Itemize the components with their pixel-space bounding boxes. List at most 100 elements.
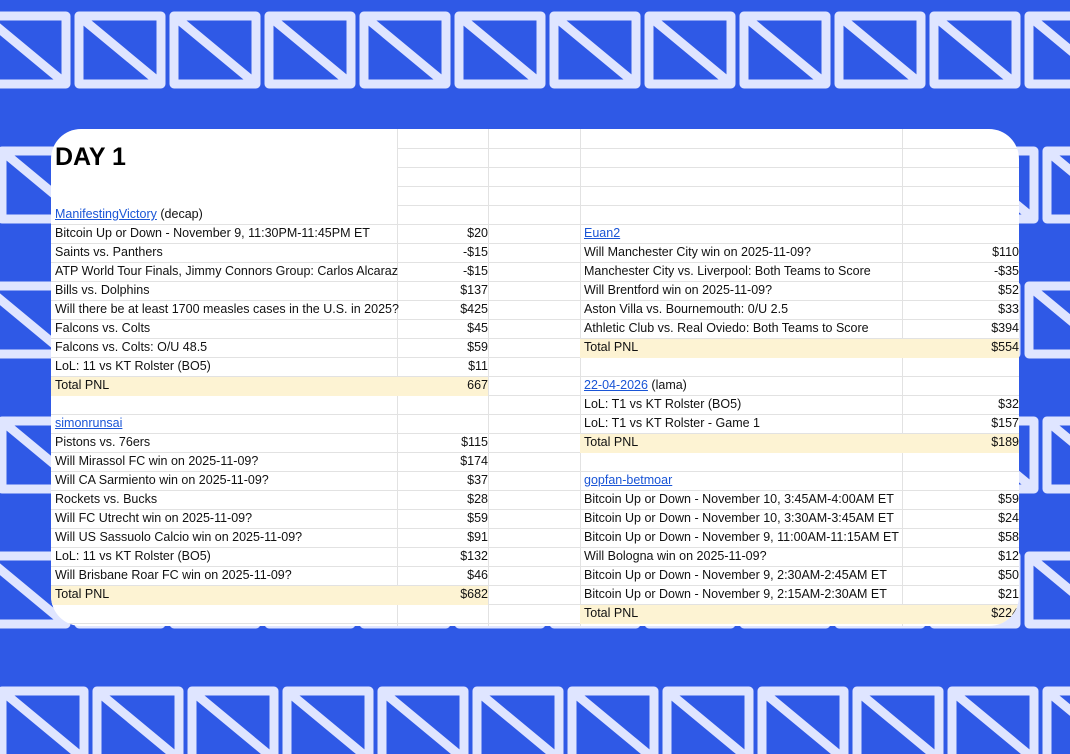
market-label: Will Brisbane Roar FC win on 2025-11-09? (55, 568, 292, 582)
market-label: Will US Sassuolo Calcio win on 2025-11-0… (55, 530, 303, 544)
market-label: Bitcoin Up or Down - November 10, 3:45AM… (584, 492, 894, 506)
market-label: Bitcoin Up or Down - November 9, 2:15AM-… (584, 587, 887, 601)
user-link[interactable]: ManifestingVictory (55, 207, 157, 221)
bg-pattern-shape (264, 11, 356, 89)
pnl-value: $20 (467, 226, 488, 240)
total-pnl-value: 667 (467, 378, 488, 392)
market-label: LoL: T1 vs KT Rolster - Game 1 (584, 416, 760, 430)
user-link[interactable]: gopfan-betmoar (584, 473, 672, 487)
pnl-value: $58 (998, 530, 1019, 544)
market-label: LoL: 11 vs KT Rolster (BO5) (55, 359, 211, 373)
pnl-value: -$15 (462, 245, 488, 259)
bg-pattern-shape (549, 11, 641, 89)
section-header: simonrunsai (51, 414, 401, 433)
pnl-value: $24 (998, 511, 1019, 525)
bg-pattern-shape (947, 686, 1039, 754)
pnl-value: $21 (998, 587, 1019, 601)
bg-pattern-shape (169, 11, 261, 89)
user-note: (lama) (647, 378, 687, 392)
pnl-value: $59 (467, 511, 488, 525)
pnl-value: $52 (998, 283, 1019, 297)
bg-pattern-shape (852, 686, 944, 754)
bg-pattern-shape (662, 686, 754, 754)
pnl-value: $32 (998, 397, 1019, 411)
market-label: Rockets vs. Bucks (55, 492, 158, 506)
market-label: Aston Villa vs. Bournemouth: 0/U 2.5 (584, 302, 789, 316)
section-header: Euan2 (580, 224, 906, 243)
pnl-value: $37 (467, 473, 488, 487)
pnl-value: $33 (998, 302, 1019, 316)
pnl-value: $157 (991, 416, 1019, 430)
bg-pattern-shape (1024, 11, 1070, 89)
user-link[interactable]: Euan2 (584, 226, 620, 240)
bg-pattern-shape (1042, 416, 1070, 494)
grid-row-line (397, 167, 1019, 168)
market-label: Bills vs. Dolphins (55, 283, 150, 297)
pnl-value: $59 (998, 492, 1019, 506)
user-link[interactable]: simonrunsai (55, 416, 122, 430)
bg-pattern-shape (92, 686, 184, 754)
bg-pattern-shape (1042, 686, 1070, 754)
bg-pattern-shape (1024, 551, 1070, 629)
total-pnl-label: Total PNL (55, 587, 110, 601)
pnl-value: $91 (467, 530, 488, 544)
user-link[interactable]: 22-04-2026 (584, 378, 648, 392)
market-label: LoL: T1 vs KT Rolster (BO5) (584, 397, 742, 411)
pnl-value: $132 (460, 549, 488, 563)
bg-pattern-shape (282, 686, 374, 754)
market-label: Athletic Club vs. Real Oviedo: Both Team… (584, 321, 869, 335)
pnl-value: -$35 (993, 264, 1019, 278)
market-label: Saints vs. Panthers (55, 245, 163, 259)
bg-pattern-shape (1042, 146, 1070, 224)
bg-pattern-shape (567, 686, 659, 754)
pnl-value: $28 (467, 492, 488, 506)
total-pnl-label: Total PNL (584, 340, 639, 354)
grid-row-line (397, 186, 1019, 187)
market-label: Will CA Sarmiento win on 2025-11-09? (55, 473, 269, 487)
total-pnl-value: $189 (991, 435, 1019, 449)
bg-pattern-shape (1024, 281, 1070, 359)
market-label: Will Mirassol FC win on 2025-11-09? (55, 454, 259, 468)
section-header: gopfan-betmoar (580, 471, 906, 490)
bg-pattern-shape (739, 11, 831, 89)
pnl-value: $46 (467, 568, 488, 582)
bg-pattern-shape (187, 686, 279, 754)
total-pnl-value: $554 (991, 340, 1019, 354)
bg-pattern-shape (929, 11, 1021, 89)
pnl-value: $137 (460, 283, 488, 297)
market-label: Will Bologna win on 2025-11-09? (584, 549, 767, 563)
bg-pattern-shape (644, 11, 736, 89)
market-label: Falcons vs. Colts: O/U 48.5 (55, 340, 208, 354)
market-label: Will Manchester City win on 2025-11-09? (584, 245, 811, 259)
market-label: Will there be at least 1700 measles case… (55, 302, 399, 316)
bg-pattern-shape (472, 686, 564, 754)
market-label: Falcons vs. Colts (55, 321, 151, 335)
market-label: Pistons vs. 76ers (55, 435, 151, 449)
pnl-value: $110 (992, 245, 1019, 259)
pnl-value: $115 (461, 435, 488, 449)
user-note: (decap) (156, 207, 203, 221)
market-label: Will Brentford win on 2025-11-09? (584, 283, 773, 297)
bg-pattern-shape (0, 686, 89, 754)
bg-pattern-shape (757, 686, 849, 754)
bg-pattern-shape (359, 11, 451, 89)
grid-row-line (397, 148, 1019, 149)
pnl-value: $12 (998, 549, 1019, 563)
market-label: ATP World Tour Finals, Jimmy Connors Gro… (55, 264, 401, 278)
pnl-value: $11 (468, 359, 488, 373)
bg-pattern-shape (74, 11, 166, 89)
bg-pattern-shape (0, 11, 71, 89)
market-label: Bitcoin Up or Down - November 9, 11:30PM… (55, 226, 370, 240)
market-label: Manchester City vs. Liverpool: Both Team… (584, 264, 871, 278)
bg-pattern-shape (834, 11, 926, 89)
total-pnl-value: $224 (991, 606, 1019, 620)
pnl-value: $59 (467, 340, 488, 354)
pnl-value: -$15 (462, 264, 488, 278)
total-pnl-label: Total PNL (584, 435, 639, 449)
pnl-value: $394 (991, 321, 1019, 335)
total-pnl-label: Total PNL (584, 606, 639, 620)
grid-row-line (397, 205, 1019, 206)
pnl-value: $50 (998, 568, 1019, 582)
market-label: Bitcoin Up or Down - November 9, 11:00AM… (584, 530, 899, 544)
pnl-value: $45 (467, 321, 488, 335)
